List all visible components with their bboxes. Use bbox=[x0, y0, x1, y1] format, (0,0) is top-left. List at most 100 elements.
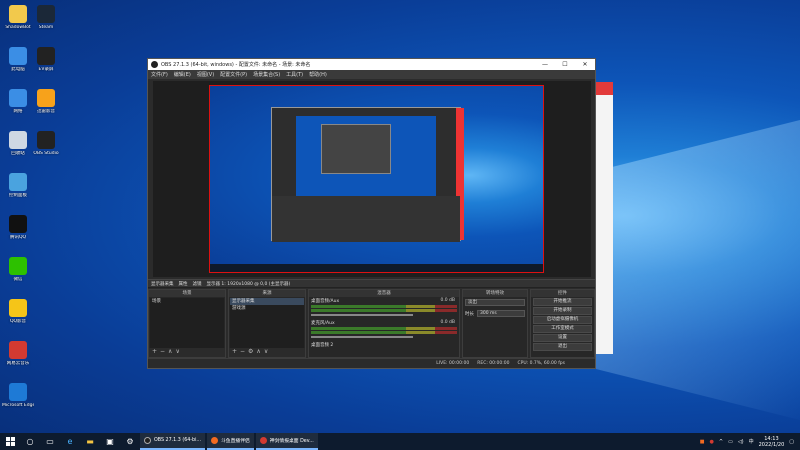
douyu-app-icon bbox=[211, 437, 218, 444]
app-icon bbox=[9, 257, 27, 275]
mixer-title: 混音器 bbox=[309, 290, 459, 297]
status-bar: LIVE: 00:00:00 REC: 00:00:00 CPU: 0.7%, … bbox=[148, 358, 595, 368]
menu-edit[interactable]: 编辑(E) bbox=[174, 71, 191, 78]
desktop-icon-label: EV录屏 bbox=[38, 67, 54, 72]
taskbar-app-label: 斗鱼直播伴侣 bbox=[221, 439, 250, 444]
preview-area[interactable] bbox=[153, 81, 591, 277]
menu-scene-collection[interactable]: 场景集合(S) bbox=[253, 71, 280, 78]
scene-item[interactable]: 场景 bbox=[150, 298, 224, 305]
taskbar-app-label: 神剑情报桌面 Dev... bbox=[269, 439, 314, 444]
desktop-icon-label: Microsoft Edge bbox=[2, 403, 34, 408]
ime-indicator[interactable]: 中 bbox=[749, 438, 754, 445]
volume-slider[interactable] bbox=[311, 314, 414, 316]
app-icon bbox=[9, 383, 27, 401]
controls-title: 控件 bbox=[531, 290, 594, 297]
edge-icon[interactable]: e bbox=[60, 433, 80, 450]
maximize-button[interactable]: ☐ bbox=[555, 61, 575, 68]
app-icon bbox=[37, 47, 55, 65]
app-icon bbox=[9, 341, 27, 359]
filters-button[interactable]: 滤镜 bbox=[193, 281, 202, 287]
menu-view[interactable]: 视图(V) bbox=[197, 71, 214, 78]
file-explorer-icon[interactable]: ▬ bbox=[80, 433, 100, 450]
dock-area: 场景 场景 +−∧∨ 来源 显示器采集 游戏源 +−⚙∧∨ 混音器 桌面音频/A… bbox=[148, 289, 595, 358]
controls-dock: 控件 开始推流 开始录制 启动虚拟摄像机 工作室模式 设置 退出 bbox=[530, 289, 595, 358]
app-icon bbox=[9, 5, 27, 23]
desktop-icon[interactable]: 迅雷影音 bbox=[30, 86, 62, 128]
scenes-footer[interactable]: +−∧∨ bbox=[149, 348, 225, 357]
scenes-dock: 场景 场景 +−∧∨ bbox=[148, 289, 226, 358]
system-tray: ■ ● ^ ▭ ◁) 中 14:13 2022/1/20 ▢ bbox=[700, 436, 800, 448]
app-icon bbox=[259, 437, 267, 444]
desktop-icon[interactable]: EV录屏 bbox=[30, 44, 62, 86]
duration-input[interactable]: 300 ms bbox=[477, 310, 525, 317]
tray-app-icon[interactable]: ■ bbox=[700, 439, 705, 445]
obs-app-icon bbox=[144, 437, 151, 444]
transition-select[interactable]: 淡出 bbox=[465, 299, 525, 306]
search-icon[interactable]: ○ bbox=[20, 433, 40, 450]
settings-gear-icon[interactable]: ⚙ bbox=[120, 433, 140, 450]
taskbar-app-third[interactable]: 神剑情报桌面 Dev... bbox=[255, 433, 318, 450]
tray-app-icon[interactable]: ● bbox=[710, 439, 714, 445]
mixer-dock: 混音器 桌面音频/Aux 0.0 dB 麦克风/Aux 0.0 dB 桌面音频 … bbox=[308, 289, 460, 358]
source-toolbar: 显示器采集 属性 滤镜 显示器 1: 1920x1080 @ 0,0 (主显示器… bbox=[148, 279, 595, 288]
settings-button[interactable]: 设置 bbox=[533, 334, 592, 342]
scenes-title: 场景 bbox=[149, 290, 225, 297]
volume-slider[interactable] bbox=[311, 336, 414, 338]
nested-obs-capture bbox=[271, 107, 464, 242]
start-recording-button[interactable]: 开始录制 bbox=[533, 307, 592, 315]
source-item[interactable]: 游戏源 bbox=[230, 305, 304, 312]
taskbar-app-obs[interactable]: OBS 27.1.3 (64-bi... bbox=[140, 433, 205, 450]
duration-label: 时长 bbox=[465, 311, 474, 317]
exit-button[interactable]: 退出 bbox=[533, 343, 592, 351]
start-button[interactable] bbox=[0, 433, 20, 450]
app-icon bbox=[9, 299, 27, 317]
app-icon bbox=[37, 89, 55, 107]
obs-window[interactable]: OBS 27.1.3 (64-bit, windows) - 配置文件: 未命名… bbox=[147, 58, 596, 369]
cpu-status: CPU: 0.7%, 60.00 fps bbox=[517, 361, 566, 366]
notification-icon[interactable]: ▢ bbox=[789, 439, 794, 445]
window-title: OBS 27.1.3 (64-bit, windows) - 配置文件: 未命名… bbox=[161, 62, 311, 68]
desktop-icon-label: 控制面板 bbox=[9, 193, 27, 198]
task-view-icon[interactable]: ▭ bbox=[40, 433, 60, 450]
preview-canvas[interactable] bbox=[209, 85, 544, 273]
menu-file[interactable]: 文件(F) bbox=[151, 71, 168, 78]
rec-status: REC: 00:00:00 bbox=[477, 361, 510, 366]
start-streaming-button[interactable]: 开始推流 bbox=[533, 298, 592, 306]
properties-button[interactable]: 属性 bbox=[179, 281, 188, 287]
desktop-icon-label: OBS Studio bbox=[33, 151, 59, 156]
close-button[interactable]: ✕ bbox=[575, 61, 595, 68]
desktop-icon[interactable]: 网易云音乐 bbox=[2, 338, 34, 380]
minimize-button[interactable]: — bbox=[535, 61, 555, 68]
desktop-icon[interactable]: 控制面板 bbox=[2, 170, 34, 212]
chevron-up-icon[interactable]: ^ bbox=[719, 439, 723, 445]
menu-bar: 文件(F) 编辑(E) 视图(V) 配置文件(P) 场景集合(S) 工具(T) … bbox=[148, 70, 595, 79]
desktop-icon[interactable]: Microsoft Edge bbox=[2, 380, 34, 422]
virtual-camera-button[interactable]: 启动虚拟摄像机 bbox=[533, 316, 592, 324]
desktop-icon[interactable]: OBS Studio bbox=[30, 128, 62, 170]
mixer-channel: 桌面音频/Aux 0.0 dB bbox=[309, 297, 459, 319]
sources-footer[interactable]: +−⚙∧∨ bbox=[229, 348, 305, 357]
clock[interactable]: 14:13 2022/1/20 bbox=[759, 436, 785, 448]
source-item[interactable]: 显示器采集 bbox=[230, 298, 304, 305]
app-icon bbox=[37, 131, 55, 149]
menu-tools[interactable]: 工具(T) bbox=[286, 71, 303, 78]
app-icon bbox=[9, 215, 27, 233]
display-select[interactable]: 显示器 1: 1920x1080 @ 0,0 (主显示器) bbox=[207, 281, 291, 287]
volume-icon[interactable]: ◁) bbox=[738, 439, 744, 445]
studio-mode-button[interactable]: 工作室模式 bbox=[533, 325, 592, 333]
mixer-channel: 麦克风/Aux 0.0 dB bbox=[309, 319, 459, 341]
desktop-icon-label: 微信 bbox=[13, 277, 23, 282]
background-window[interactable] bbox=[595, 82, 613, 354]
desktop-icon-label: Steam bbox=[38, 25, 54, 30]
network-icon[interactable]: ▭ bbox=[728, 439, 733, 445]
desktop-icon[interactable]: Steam bbox=[30, 2, 62, 44]
menu-profile[interactable]: 配置文件(P) bbox=[220, 71, 247, 78]
captured-taskbar bbox=[210, 264, 543, 272]
obs-titlebar[interactable]: OBS 27.1.3 (64-bit, windows) - 配置文件: 未命名… bbox=[148, 59, 595, 70]
desktop-icon[interactable]: 微信 bbox=[2, 254, 34, 296]
taskbar-app-douyu[interactable]: 斗鱼直播伴侣 bbox=[207, 433, 254, 450]
desktop-icon[interactable]: QQ影音 bbox=[2, 296, 34, 338]
menu-help[interactable]: 帮助(H) bbox=[309, 71, 327, 78]
store-icon[interactable]: ▣ bbox=[100, 433, 120, 450]
desktop-icon[interactable]: 腾讯QQ bbox=[2, 212, 34, 254]
